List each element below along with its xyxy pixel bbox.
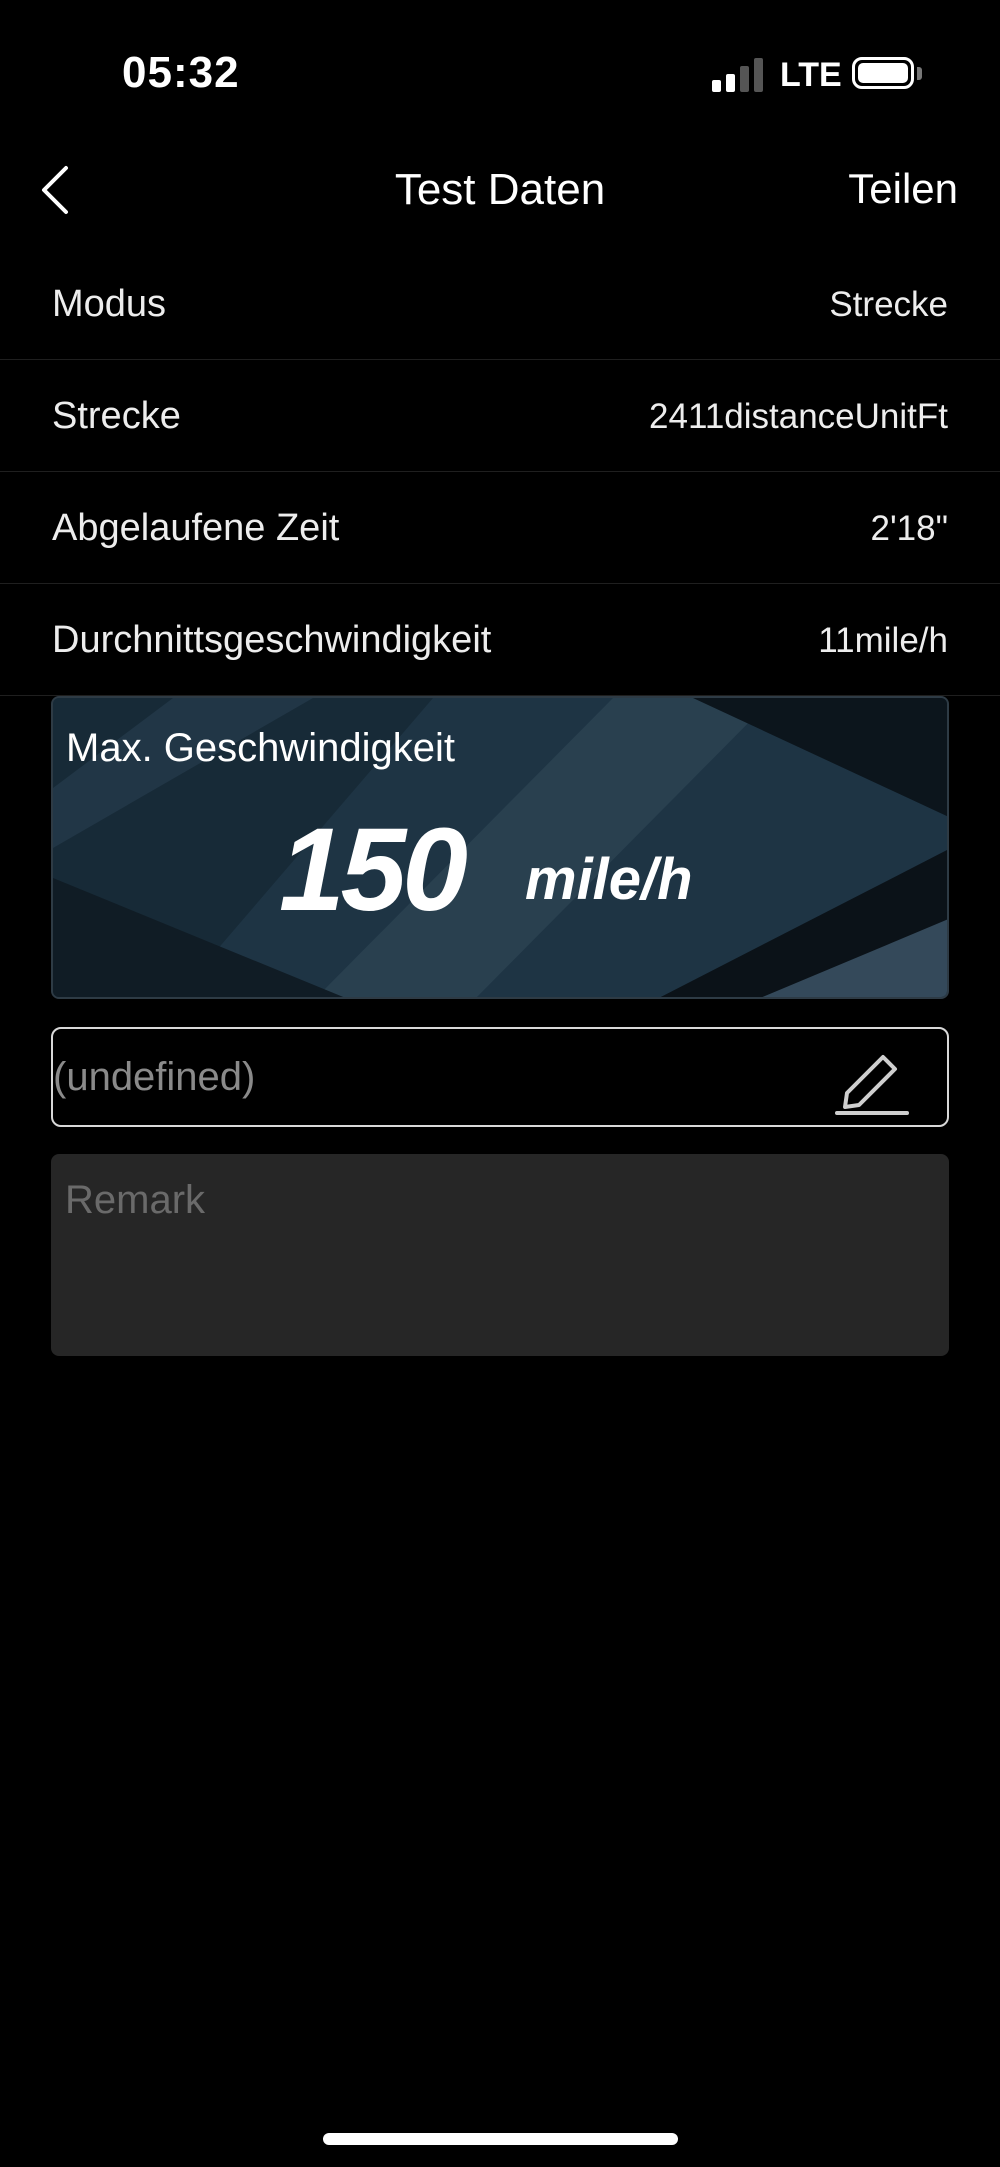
info-row-average-speed: Durchnittsgeschwindigkeit 11mile/h [0,584,1000,696]
info-row-mode: Modus Strecke [0,248,1000,360]
status-time: 05:32 [122,48,240,97]
battery-cap [917,67,922,80]
test-name-field[interactable]: (undefined) [51,1027,949,1127]
max-speed-value: 150 [279,804,468,936]
network-type: LTE [780,56,842,94]
info-label: Strecke [52,395,181,437]
info-value: 2411distanceUnitFt [649,397,948,436]
info-label: Durchnittsgeschwindigkeit [52,619,492,661]
info-value: 11mile/h [818,621,948,660]
remark-textarea[interactable]: Remark [51,1154,949,1356]
share-button[interactable]: Teilen [848,165,958,213]
signal-strength-icon [712,58,764,92]
max-speed-card: Max. Geschwindigkeit 150 mile/h [51,696,949,999]
info-value: 2'18" [870,509,948,548]
home-indicator[interactable] [323,2133,678,2145]
pencil-icon[interactable] [833,1041,911,1117]
max-speed-label: Max. Geschwindigkeit [66,726,456,770]
battery-icon [852,57,914,89]
max-speed-unit: mile/h [525,847,693,912]
info-label: Modus [52,283,167,325]
info-list: Modus Strecke Strecke 2411distanceUnitFt… [0,248,1000,696]
info-label: Abgelaufene Zeit [52,507,340,549]
status-bar: 05:32 LTE [0,0,1000,150]
info-row-distance: Strecke 2411distanceUnitFt [0,360,1000,472]
test-name-input[interactable]: (undefined) [53,1055,833,1100]
info-row-elapsed-time: Abgelaufene Zeit 2'18" [0,472,1000,584]
remark-placeholder: Remark [65,1178,206,1222]
info-value: Strecke [829,285,948,324]
